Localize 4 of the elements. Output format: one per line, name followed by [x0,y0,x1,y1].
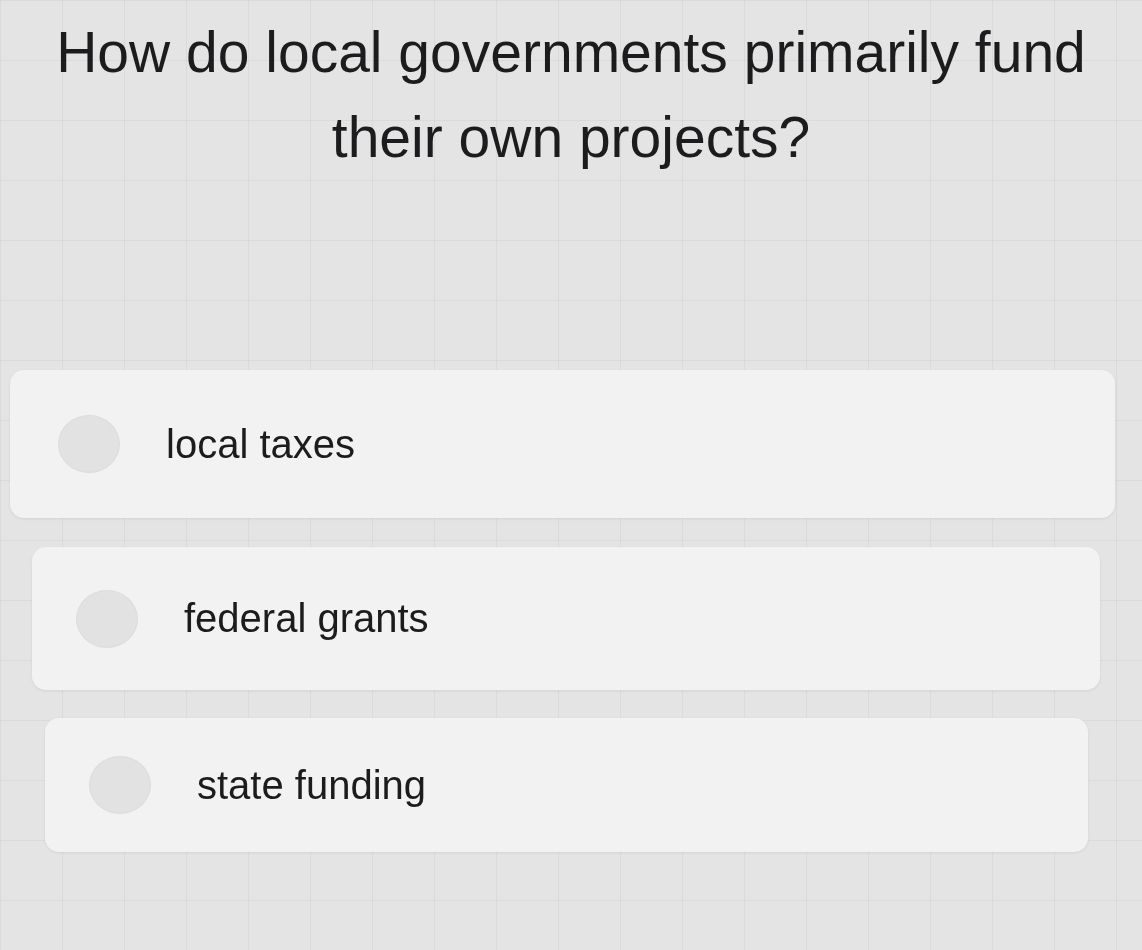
answer-option[interactable]: state funding [45,718,1088,852]
answer-option[interactable]: federal grants [32,547,1100,690]
answer-option[interactable]: local taxes [10,370,1115,518]
question-text: How do local governments primarily fund their own projects? [55,19,1087,171]
